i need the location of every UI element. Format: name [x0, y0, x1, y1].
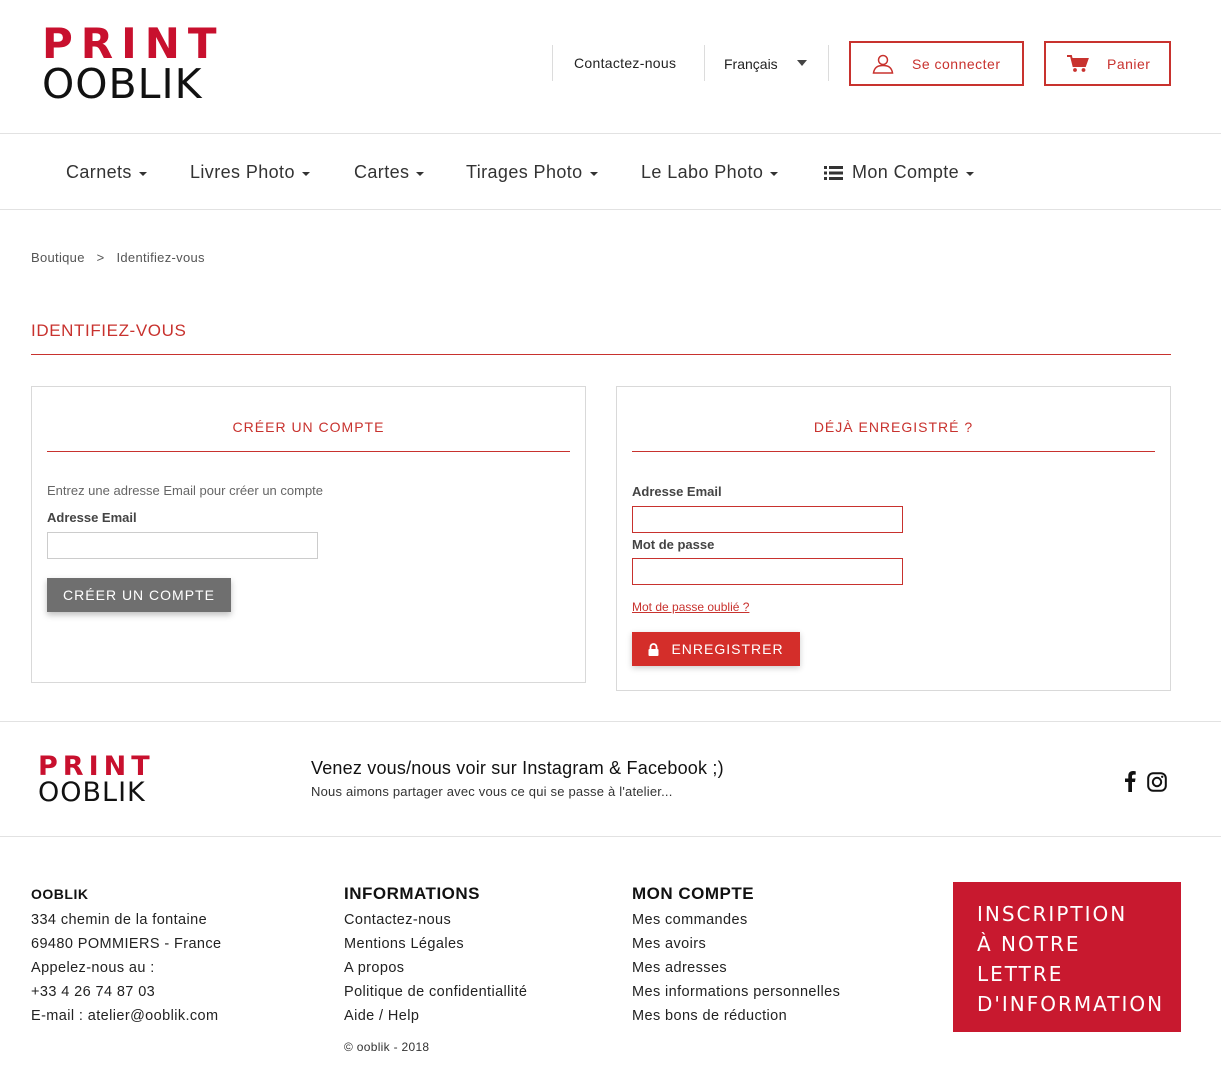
nav-item-label: Tirages Photo [466, 162, 583, 182]
list-icon [824, 165, 843, 180]
footer-company: OOBLIK 334 chemin de la fontaine 69480 P… [31, 884, 222, 1028]
cart-icon [1067, 54, 1089, 72]
main-nav: Carnets Livres Photo Cartes Tirages Phot… [0, 135, 1221, 210]
footer-link-credits[interactable]: Mes avoirs [632, 932, 840, 956]
footer-link-privacy[interactable]: Politique de confidentiallité [344, 980, 527, 1004]
logo-ooblik: OOBLIK [38, 777, 146, 808]
breadcrumb: Boutique > Identifiez-vous [31, 250, 213, 265]
header-divider [552, 45, 553, 81]
copyright: © ooblik - 2018 [344, 1040, 430, 1054]
login-email-input[interactable] [632, 506, 903, 533]
create-account-hint: Entrez une adresse Email pour créer un c… [47, 483, 324, 498]
create-account-button[interactable]: CRÉER UN COMPTE [47, 578, 231, 612]
social-title: Venez vous/nous voir sur Instagram & Fac… [311, 758, 724, 778]
create-account-panel: CRÉER UN COMPTE Entrez une adresse Email… [31, 386, 586, 683]
login-submit-button[interactable]: ENREGISTRER [632, 632, 800, 666]
title-divider [31, 354, 1171, 355]
caret-down-icon [301, 171, 310, 176]
language-select[interactable]: Français [724, 56, 778, 72]
login-panel: DÉJÀ ENREGISTRÉ ? Adresse Email Mot de p… [616, 386, 1171, 691]
login-submit-label: ENREGISTRER [671, 641, 784, 657]
newsletter-line: INSCRIPTION [977, 902, 1128, 926]
nav-item-label: Mon Compte [852, 162, 960, 182]
panel-divider [47, 451, 570, 452]
newsletter-line: LETTRE [977, 962, 1064, 986]
panel-divider [632, 451, 1155, 452]
chevron-down-icon[interactable] [797, 60, 807, 66]
footer-informations: INFORMATIONS Contactez-nous Mentions Lég… [344, 884, 527, 1028]
logo-print: PRINT [42, 19, 225, 68]
header-contact-link[interactable]: Contactez-nous [574, 55, 676, 71]
header-divider [704, 45, 705, 81]
user-icon [872, 54, 894, 74]
breadcrumb-home-link[interactable]: Boutique [31, 250, 85, 265]
cart-label: Panier [1107, 55, 1151, 72]
caret-down-icon [770, 171, 779, 176]
footer-informations-title: INFORMATIONS [344, 884, 481, 903]
nav-item-label: Cartes [354, 162, 410, 182]
forgot-password-link[interactable]: Mot de passe oublié ? [632, 600, 749, 614]
caret-down-icon [138, 171, 147, 176]
nav-item-tirages-photo[interactable]: Tirages Photo [466, 162, 598, 183]
social-band: PRINT OOBLIK Venez vous/nous voir sur In… [0, 721, 1221, 837]
newsletter-signup-button[interactable]: INSCRIPTION À NOTRE LETTRE D'INFORMATION [953, 882, 1181, 1032]
footer-account-title: MON COMPTE [632, 884, 755, 903]
nav-item-le-labo-photo[interactable]: Le Labo Photo [641, 162, 779, 183]
caret-down-icon [966, 171, 975, 176]
footer-link-contact[interactable]: Contactez-nous [344, 908, 527, 932]
caret-down-icon [589, 171, 598, 176]
instagram-icon[interactable] [1147, 772, 1167, 792]
footer-account: MON COMPTE Mes commandes Mes avoirs Mes … [632, 884, 840, 1028]
breadcrumb-current: Identifiez-vous [116, 250, 205, 265]
login-password-label: Mot de passe [632, 537, 715, 552]
login-title: DÉJÀ ENREGISTRÉ ? [813, 419, 974, 435]
caret-down-icon [416, 171, 425, 176]
create-account-title: CRÉER UN COMPTE [232, 419, 385, 435]
nav-item-label: Le Labo Photo [641, 162, 764, 182]
footer-link-mentions[interactable]: Mentions Légales [344, 932, 527, 956]
company-call-label: Appelez-nous au : [31, 960, 155, 976]
nav-item-livres-photo[interactable]: Livres Photo [190, 162, 310, 183]
company-name: OOBLIK [31, 886, 89, 902]
company-city: 69480 POMMIERS - France [31, 936, 222, 952]
footer-link-personal-info[interactable]: Mes informations personnelles [632, 980, 840, 1004]
breadcrumb-separator: > [96, 250, 105, 265]
newsletter-line: D'INFORMATION [977, 992, 1165, 1016]
nav-item-carnets[interactable]: Carnets [66, 162, 147, 183]
site-logo[interactable]: PRINT OOBLIK [42, 19, 225, 108]
nav-item-cartes[interactable]: Cartes [354, 162, 425, 183]
cart-button[interactable]: Panier [1044, 41, 1171, 86]
site-header: PRINT OOBLIK Contactez-nous Français Se … [0, 0, 1221, 134]
company-address: 334 chemin de la fontaine [31, 912, 208, 928]
footer-link-about[interactable]: A propos [344, 956, 527, 980]
login-password-input[interactable] [632, 558, 903, 585]
logo-ooblik: OOBLIK [42, 60, 203, 108]
nav-item-label: Livres Photo [190, 162, 295, 182]
footer-link-orders[interactable]: Mes commandes [632, 908, 840, 932]
footer-link-vouchers[interactable]: Mes bons de réduction [632, 1004, 840, 1028]
footer-logo[interactable]: PRINT OOBLIK [38, 753, 155, 808]
footer-link-addresses[interactable]: Mes adresses [632, 956, 840, 980]
newsletter-line: À NOTRE [977, 932, 1081, 956]
login-email-label: Adresse Email [632, 484, 722, 499]
social-subtitle: Nous aimons partager avec vous ce qui se… [311, 784, 673, 799]
header-divider [828, 45, 829, 81]
lock-icon [648, 642, 659, 656]
create-email-input[interactable] [47, 532, 318, 559]
nav-item-mon-compte[interactable]: Mon Compte [824, 162, 975, 183]
company-email[interactable]: E-mail : atelier@ooblik.com [31, 1004, 222, 1028]
nav-item-label: Carnets [66, 162, 132, 182]
company-phone[interactable]: +33 4 26 74 87 03 [31, 980, 222, 1004]
login-button[interactable]: Se connecter [849, 41, 1024, 86]
login-label: Se connecter [912, 55, 1001, 72]
footer-link-help[interactable]: Aide / Help [344, 1004, 527, 1028]
facebook-icon[interactable] [1124, 770, 1136, 792]
create-email-label: Adresse Email [47, 510, 137, 525]
page-title: IDENTIFIEZ-VOUS [31, 321, 187, 340]
